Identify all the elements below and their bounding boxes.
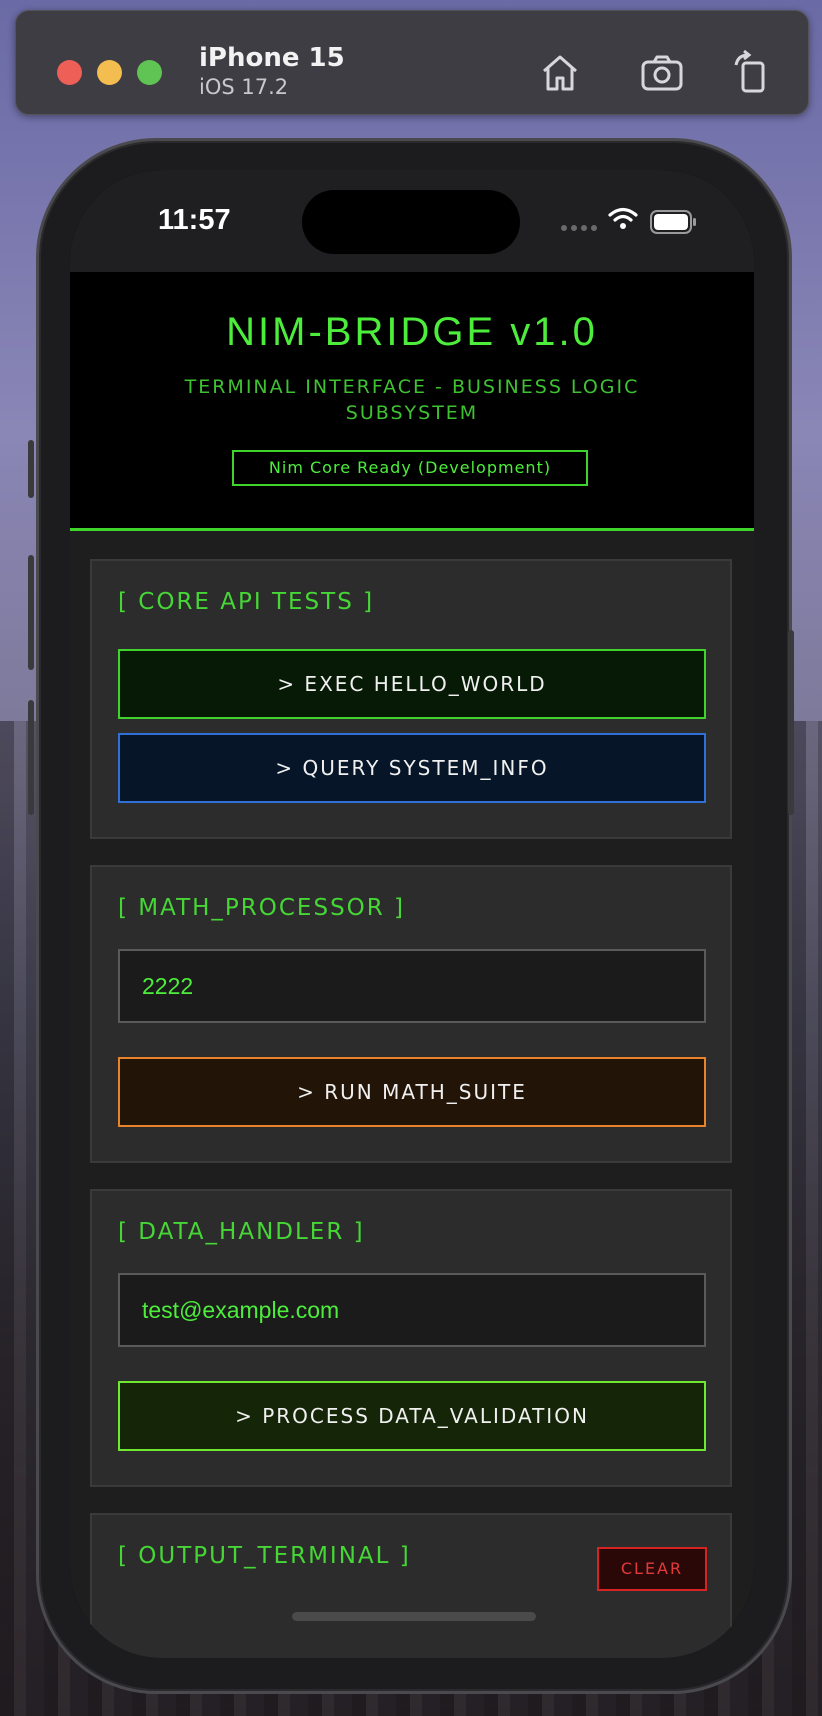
core-api-title: [ CORE API TESTS ] <box>118 589 375 615</box>
email-input[interactable]: test@example.com <box>118 1273 706 1347</box>
output-terminal-title: [ OUTPUT_TERMINAL ] <box>118 1543 411 1569</box>
clear-output-button[interactable]: CLEAR <box>597 1547 707 1591</box>
process-data-validation-button[interactable]: > PROCESS DATA_VALIDATION <box>118 1381 706 1451</box>
volume-down-button <box>28 700 34 815</box>
math-input[interactable]: 2222 <box>118 949 706 1023</box>
minimize-window-button[interactable] <box>97 60 122 85</box>
data-handler-title: [ DATA_HANDLER ] <box>118 1219 365 1245</box>
data-handler-panel: [ DATA_HANDLER ] test@example.com > PROC… <box>90 1189 732 1487</box>
dynamic-island <box>302 190 520 254</box>
app-title: NIM-BRIDGE v1.0 <box>226 310 598 354</box>
volume-up-button <box>28 555 34 670</box>
query-system-info-button[interactable]: > QUERY SYSTEM_INFO <box>118 733 706 803</box>
screenshot-icon[interactable] <box>638 49 686 97</box>
core-api-panel: [ CORE API TESTS ] > EXEC HELLO_WORLD > … <box>90 559 732 839</box>
simulator-toolbar: iPhone 15 iOS 17.2 <box>15 10 809 115</box>
status-bar: 11:57 <box>70 170 754 272</box>
zoom-window-button[interactable] <box>137 60 162 85</box>
device-os-version: iOS 17.2 <box>199 75 289 99</box>
app-subtitle: TERMINAL INTERFACE - BUSINESS LOGIC SUBS… <box>184 376 640 424</box>
rotate-icon[interactable] <box>728 49 776 97</box>
math-processor-title: [ MATH_PROCESSOR ] <box>118 895 406 921</box>
home-icon[interactable] <box>536 49 584 97</box>
main-content[interactable]: [ CORE API TESTS ] > EXEC HELLO_WORLD > … <box>70 531 754 1658</box>
run-math-suite-button[interactable]: > RUN MATH_SUITE <box>118 1057 706 1127</box>
output-terminal-panel: [ OUTPUT_TERMINAL ] CLEAR <box>90 1513 732 1658</box>
close-window-button[interactable] <box>57 60 82 85</box>
status-time: 11:57 <box>158 204 231 236</box>
home-indicator[interactable] <box>292 1612 536 1621</box>
core-status-badge: Nim Core Ready (Development) <box>232 450 588 486</box>
math-processor-panel: [ MATH_PROCESSOR ] 2222 > RUN MATH_SUITE <box>90 865 732 1163</box>
device-name: iPhone 15 <box>199 43 345 73</box>
action-button <box>28 440 34 498</box>
power-button <box>788 630 794 815</box>
battery-icon <box>650 210 696 234</box>
wifi-icon <box>608 207 638 229</box>
cellular-dots-icon <box>561 225 597 231</box>
exec-hello-world-button[interactable]: > EXEC HELLO_WORLD <box>118 649 706 719</box>
phone-screen: 11:57 NIM-BRIDGE v1.0 TERMINAL INTERFACE… <box>70 170 754 1658</box>
app-header: NIM-BRIDGE v1.0 TERMINAL INTERFACE - BUS… <box>70 272 754 531</box>
